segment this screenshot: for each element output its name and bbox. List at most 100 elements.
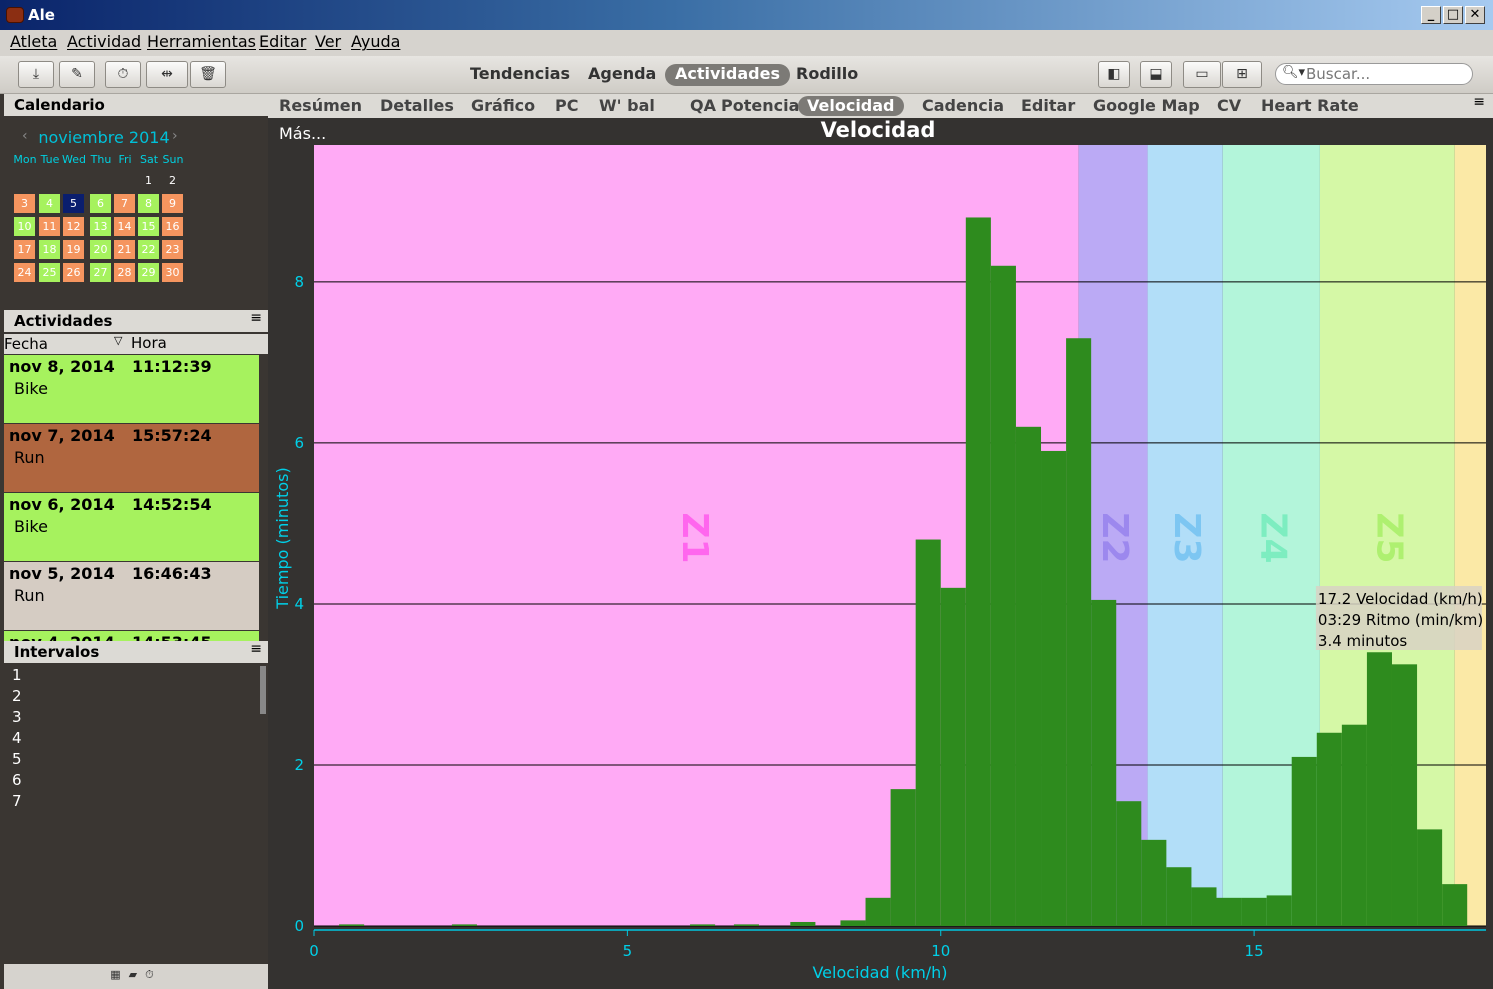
edit-icon[interactable]: ✎: [59, 61, 95, 88]
tab-tendencias[interactable]: Tendencias: [460, 64, 580, 86]
interval-item[interactable]: 1: [12, 666, 22, 684]
calendar-day[interactable]: 16: [162, 217, 183, 236]
calendar-day[interactable]: 9: [162, 194, 183, 213]
calendar-day[interactable]: 2: [162, 171, 183, 190]
calendar-day[interactable]: 17: [14, 240, 35, 259]
menu-icon[interactable]: ≡: [250, 310, 262, 326]
ride-tab[interactable]: Cadencia: [913, 96, 1013, 116]
interval-item[interactable]: 4: [12, 729, 22, 747]
histogram-bar[interactable]: [1041, 450, 1067, 926]
menu-icon[interactable]: ≡: [1473, 94, 1485, 110]
bottom-panel-icon[interactable]: ⬓: [1140, 61, 1172, 88]
histogram-bar[interactable]: [915, 539, 941, 926]
calendar-day[interactable]: 30: [162, 263, 183, 282]
calendar-day[interactable]: 18: [39, 240, 60, 259]
calendar-day[interactable]: 28: [114, 263, 135, 282]
tile-view-icon[interactable]: ⊞: [1222, 61, 1262, 88]
histogram-bar[interactable]: [890, 789, 916, 926]
stopwatch-icon[interactable]: ⏱: [105, 61, 141, 88]
calendar-day[interactable]: 8: [138, 194, 159, 213]
histogram-bar[interactable]: [790, 921, 816, 926]
next-month-icon[interactable]: ›: [172, 128, 178, 144]
histogram-bar[interactable]: [339, 924, 365, 926]
speed-histogram[interactable]: Z1 Z2 Z3 Z4 Z5 0 5 10 15 0 2 4 6 8 Velocidad (km/h) Tie…: [268, 118, 1493, 989]
calendar-day[interactable]: 13: [90, 217, 111, 236]
calendar-day[interactable]: 14: [114, 217, 135, 236]
calendar-day[interactable]: 23: [162, 240, 183, 259]
ride-tab[interactable]: W' bal: [590, 96, 664, 116]
activity-item[interactable]: nov 6, 2014 14:52:54 Bike: [4, 493, 259, 561]
calendar-day[interactable]: 4: [39, 194, 60, 213]
calendar-day[interactable]: 1: [138, 171, 159, 190]
calendar-day[interactable]: 21: [114, 240, 135, 259]
maximize-button[interactable]: □: [1443, 6, 1463, 24]
tab-agenda[interactable]: Agenda: [578, 64, 666, 86]
histogram-bar[interactable]: [965, 217, 991, 926]
col-fecha[interactable]: Fecha: [4, 335, 48, 353]
activity-item[interactable]: nov 7, 2014 15:57:24 Run: [4, 424, 259, 492]
interval-item[interactable]: 7: [12, 792, 22, 810]
ride-tab[interactable]: Detalles: [371, 96, 463, 116]
menu-atleta[interactable]: Atleta: [10, 32, 57, 51]
histogram-bar[interactable]: [1341, 724, 1367, 926]
interval-scrollbar[interactable]: [260, 666, 266, 714]
calendar-day[interactable]: 26: [63, 263, 84, 282]
col-hora[interactable]: Hora: [131, 334, 167, 352]
interval-item[interactable]: 3: [12, 708, 22, 726]
ride-tab[interactable]: PC: [546, 96, 587, 116]
calendar-day[interactable]: 10: [14, 217, 35, 236]
folder-icon[interactable]: ▰: [129, 968, 145, 981]
trash-icon[interactable]: 🗑: [190, 61, 226, 88]
activity-item[interactable]: nov 8, 2014 11:12:39 Bike: [4, 355, 259, 423]
ride-tab[interactable]: Velocidad: [798, 96, 904, 116]
ride-tab[interactable]: Heart Rate: [1252, 96, 1368, 116]
histogram-bar[interactable]: [865, 897, 891, 926]
menu-editar[interactable]: Editar: [259, 32, 306, 51]
calendar-day[interactable]: 11: [39, 217, 60, 236]
histogram-bar[interactable]: [1091, 599, 1117, 926]
histogram-bar[interactable]: [1241, 897, 1267, 926]
histogram-bar[interactable]: [690, 924, 716, 926]
calendar-day[interactable]: 20: [90, 240, 111, 259]
activity-item[interactable]: nov 5, 2014 16:46:43 Run: [4, 562, 259, 630]
ride-tab[interactable]: Potencia: [712, 96, 808, 116]
close-button[interactable]: ✕: [1465, 6, 1485, 24]
stopwatch-icon[interactable]: ⏱: [145, 968, 162, 981]
ride-tab[interactable]: Gráfico: [462, 96, 544, 116]
calendar-icon[interactable]: ▦: [110, 968, 128, 981]
menu-icon[interactable]: ≡: [250, 641, 262, 657]
download-icon[interactable]: ⤓: [18, 61, 54, 88]
menu-ver[interactable]: Ver: [315, 32, 341, 51]
calendar-day[interactable]: 5: [63, 194, 84, 213]
histogram-bar[interactable]: [1266, 895, 1292, 926]
histogram-bar[interactable]: [1166, 867, 1192, 926]
histogram-bar[interactable]: [1316, 732, 1342, 926]
menu-actividad[interactable]: Actividad: [67, 32, 141, 51]
menu-ayuda[interactable]: Ayuda: [351, 32, 400, 51]
histogram-bar[interactable]: [990, 265, 1016, 926]
histogram-bar[interactable]: [1442, 884, 1468, 926]
calendar-day[interactable]: 12: [63, 217, 84, 236]
sidebar-toggle-icon[interactable]: ◧: [1098, 61, 1130, 88]
split-icon[interactable]: ⇹: [146, 61, 188, 88]
histogram-bar[interactable]: [1417, 829, 1443, 926]
calendar-day[interactable]: 24: [14, 263, 35, 282]
histogram-bar[interactable]: [1141, 839, 1167, 926]
interval-item[interactable]: 5: [12, 750, 22, 768]
histogram-bar[interactable]: [451, 924, 477, 926]
histogram-bar[interactable]: [1216, 897, 1242, 926]
histogram-bar[interactable]: [1116, 801, 1142, 926]
tab-rodillo[interactable]: Rodillo: [786, 64, 868, 86]
histogram-bar[interactable]: [940, 587, 966, 926]
calendar-day[interactable]: 3: [14, 194, 35, 213]
activity-scrollbar[interactable]: [259, 354, 268, 642]
search-input[interactable]: 🔍︎▾ Buscar...: [1275, 63, 1473, 85]
calendar-day[interactable]: 19: [63, 240, 84, 259]
histogram-bar[interactable]: [1366, 652, 1392, 926]
calendar-day[interactable]: 29: [138, 263, 159, 282]
histogram-bar[interactable]: [1015, 426, 1042, 926]
histogram-bar[interactable]: [1291, 756, 1317, 926]
menu-herramientas[interactable]: Herramientas: [147, 32, 256, 51]
calendar-day[interactable]: 7: [114, 194, 135, 213]
interval-item[interactable]: 2: [12, 687, 22, 705]
